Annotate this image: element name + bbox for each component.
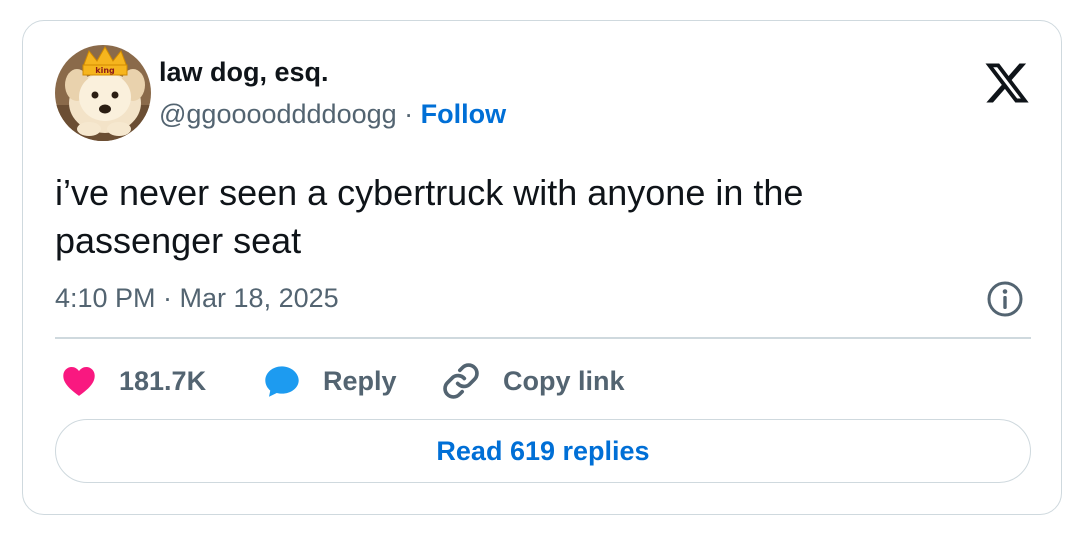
tweet-text: i’ve never seen a cybertruck with anyone… <box>55 172 804 261</box>
author-handle[interactable]: @ggooooddddoogg <box>159 99 397 129</box>
copy-link-button[interactable]: Copy link <box>441 357 625 405</box>
dog-with-crown-avatar-image: king <box>55 45 151 141</box>
author-display-name[interactable]: law dog, esq. <box>159 57 329 88</box>
x-logo-icon[interactable] <box>983 59 1031 107</box>
handle-separator: · <box>396 99 421 129</box>
link-icon <box>443 363 479 399</box>
heart-icon <box>63 367 95 396</box>
reply-button[interactable]: Reply <box>263 357 397 405</box>
like-count: 181.7K <box>119 365 207 396</box>
reply-label: Reply <box>323 365 397 396</box>
divider <box>55 337 1031 339</box>
author-avatar[interactable]: king <box>55 45 151 141</box>
tweet-card: king law dog, esq. @ggooooddddoogg · Fol… <box>22 20 1062 515</box>
author-handle-row: @ggooooddddoogg · Follow <box>159 99 506 130</box>
info-icon[interactable] <box>985 279 1025 319</box>
like-button[interactable]: 181.7K <box>61 357 206 405</box>
speech-bubble-icon <box>265 366 299 397</box>
crown-text: king <box>95 66 115 75</box>
copy-link-label: Copy link <box>503 365 625 396</box>
read-replies-button[interactable]: Read 619 replies <box>55 419 1031 483</box>
tweet-timestamp[interactable]: 4:10 PM · Mar 18, 2025 <box>55 283 339 314</box>
follow-button[interactable]: Follow <box>421 99 506 129</box>
